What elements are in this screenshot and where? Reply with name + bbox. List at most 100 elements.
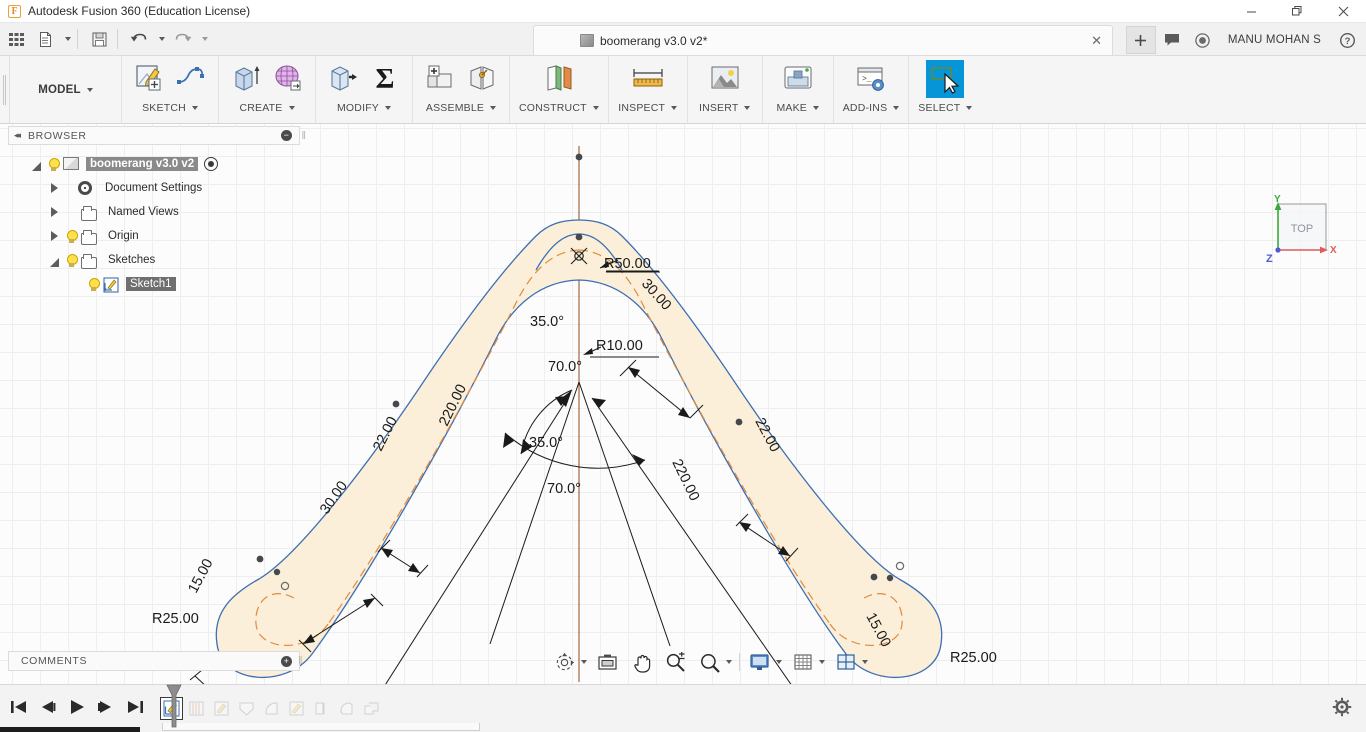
- ribbon-group-make-label-wrap[interactable]: MAKE: [776, 102, 819, 114]
- ribbon-group-construct-label-wrap[interactable]: CONSTRUCT: [519, 102, 599, 114]
- tree-node-root[interactable]: boomerang v3.0 v2: [8, 152, 300, 176]
- create-sketch-icon[interactable]: [131, 60, 167, 96]
- play-icon[interactable]: [68, 699, 86, 718]
- grid-snaps-icon[interactable]: [791, 651, 815, 673]
- pan-hand-icon[interactable]: [630, 651, 655, 673]
- expand-arrow-sketches[interactable]: [44, 256, 64, 267]
- timeline-item-2[interactable]: [185, 697, 208, 720]
- ribbon-group-create-label-wrap[interactable]: CREATE: [239, 102, 295, 114]
- timeline-item-7[interactable]: [310, 697, 333, 720]
- comments-resize-grip[interactable]: ‖: [298, 651, 303, 671]
- ribbon-grip[interactable]: [0, 56, 10, 123]
- redo-dropdown[interactable]: [198, 26, 209, 52]
- timeline-item-6[interactable]: [285, 697, 308, 720]
- minimize-button[interactable]: [1228, 0, 1274, 23]
- tree-node-origin[interactable]: Origin: [8, 224, 300, 248]
- tree-label-named-views[interactable]: Named Views: [104, 205, 183, 219]
- 3d-print-icon[interactable]: [780, 60, 816, 96]
- collapse-browser-icon[interactable]: ◂◂: [14, 130, 21, 141]
- tree-label-root[interactable]: boomerang v3.0 v2: [86, 157, 199, 171]
- timeline-track[interactable]: [162, 723, 480, 731]
- ribbon-group-select-label-wrap[interactable]: SELECT: [918, 102, 973, 114]
- app-grid-icon[interactable]: [3, 26, 29, 52]
- ribbon-group-assemble-label-wrap[interactable]: ASSEMBLE: [426, 102, 497, 114]
- extrude-icon[interactable]: [228, 60, 264, 96]
- close-tab-icon[interactable]: ✕: [1091, 33, 1102, 49]
- step-back-icon[interactable]: [39, 699, 57, 718]
- tree-node-named-views[interactable]: Named Views: [8, 200, 300, 224]
- spline-icon[interactable]: [173, 60, 209, 96]
- comments-panel-header[interactable]: COMMENTS +: [8, 651, 300, 671]
- undo-dropdown[interactable]: [155, 26, 166, 52]
- insert-image-icon[interactable]: [707, 60, 743, 96]
- save-icon[interactable]: [86, 26, 112, 52]
- timeline-playhead[interactable]: [165, 683, 183, 729]
- measure-ruler-icon[interactable]: [630, 60, 666, 96]
- joint-icon[interactable]: [464, 60, 500, 96]
- chevron-down-icon[interactable]: [581, 660, 587, 664]
- tree-node-document-settings[interactable]: Document Settings: [8, 176, 300, 200]
- new-document-dropdown[interactable]: [61, 26, 72, 52]
- orbit-icon[interactable]: [552, 651, 577, 673]
- offset-plane-icon[interactable]: [541, 60, 577, 96]
- zoom-window-icon[interactable]: [697, 651, 722, 673]
- select-cursor-icon[interactable]: [926, 60, 965, 98]
- add-tab-button[interactable]: [1125, 26, 1156, 54]
- ribbon-group-insert-label-wrap[interactable]: INSERT: [699, 102, 751, 114]
- tree-label-sketches[interactable]: Sketches: [104, 253, 159, 267]
- timeline-item-5[interactable]: [260, 697, 283, 720]
- ribbon-group-sketch-label-wrap[interactable]: SKETCH: [142, 102, 198, 114]
- step-forward-icon[interactable]: [97, 699, 115, 718]
- dim-angle-70-display[interactable]: 70.0°: [547, 481, 581, 497]
- chevron-down-icon[interactable]: [776, 660, 782, 664]
- timeline-item-9[interactable]: [360, 697, 383, 720]
- parameters-sigma-icon[interactable]: Σ: [367, 60, 403, 96]
- timeline-item-4[interactable]: [235, 697, 258, 720]
- maximize-button[interactable]: [1274, 0, 1320, 23]
- dim-angle-35-display[interactable]: 35.0°: [529, 435, 563, 451]
- visibility-bulb-icon[interactable]: [64, 229, 79, 244]
- add-comment-icon[interactable]: +: [281, 655, 292, 667]
- zoom-icon[interactable]: [663, 651, 688, 673]
- timeline-settings-gear-icon[interactable]: [1332, 697, 1352, 720]
- ribbon-group-modify-label-wrap[interactable]: MODIFY: [337, 102, 392, 114]
- jump-to-beginning-icon[interactable]: [10, 699, 28, 718]
- undo-icon[interactable]: [126, 26, 152, 52]
- tree-label-origin[interactable]: Origin: [104, 229, 143, 243]
- display-settings-icon[interactable]: [747, 651, 772, 673]
- close-button[interactable]: [1320, 0, 1366, 23]
- account-username[interactable]: MANU MOHAN S: [1218, 34, 1331, 46]
- view-cube[interactable]: TOP Y X Z: [1260, 190, 1344, 270]
- job-status-icon[interactable]: [1188, 26, 1218, 54]
- tree-label-document-settings[interactable]: Document Settings: [101, 181, 206, 195]
- notifications-icon[interactable]: [1157, 26, 1187, 54]
- ribbon-group-addins-label-wrap[interactable]: ADD-INS: [843, 102, 900, 114]
- create-form-icon[interactable]: [270, 60, 306, 96]
- chevron-down-icon[interactable]: [726, 660, 732, 664]
- timeline-item-8[interactable]: [335, 697, 358, 720]
- browser-header-bar[interactable]: ◂◂ BROWSER −: [8, 126, 300, 145]
- scripts-addins-icon[interactable]: >_: [853, 60, 889, 96]
- viewports-icon[interactable]: [834, 651, 858, 673]
- jump-to-end-icon[interactable]: [126, 699, 144, 718]
- browser-resize-grip[interactable]: ‖: [301, 126, 306, 145]
- workspace-selector[interactable]: MODEL: [10, 56, 122, 123]
- visibility-bulb-icon[interactable]: [46, 157, 61, 172]
- expand-arrow-origin[interactable]: [44, 231, 64, 241]
- timeline-item-3[interactable]: [210, 697, 233, 720]
- press-pull-icon[interactable]: [325, 60, 361, 96]
- tree-label-sketch1[interactable]: Sketch1: [126, 277, 176, 291]
- look-at-icon[interactable]: [595, 651, 620, 673]
- chevron-down-icon[interactable]: [862, 660, 868, 664]
- expand-arrow-document-settings[interactable]: [44, 183, 64, 193]
- redo-icon[interactable]: [169, 26, 195, 52]
- tree-node-sketches[interactable]: Sketches: [8, 248, 300, 272]
- tree-node-sketch1[interactable]: Sketch1: [8, 272, 300, 296]
- new-document-icon[interactable]: [32, 26, 58, 52]
- document-tab[interactable]: boomerang v3.0 v2* ✕: [533, 25, 1113, 55]
- new-component-icon[interactable]: [422, 60, 458, 96]
- chevron-down-icon[interactable]: [819, 660, 825, 664]
- ribbon-group-inspect-label-wrap[interactable]: INSPECT: [618, 102, 678, 114]
- browser-minimize-icon[interactable]: −: [281, 130, 292, 141]
- expand-arrow-named-views[interactable]: [44, 207, 64, 217]
